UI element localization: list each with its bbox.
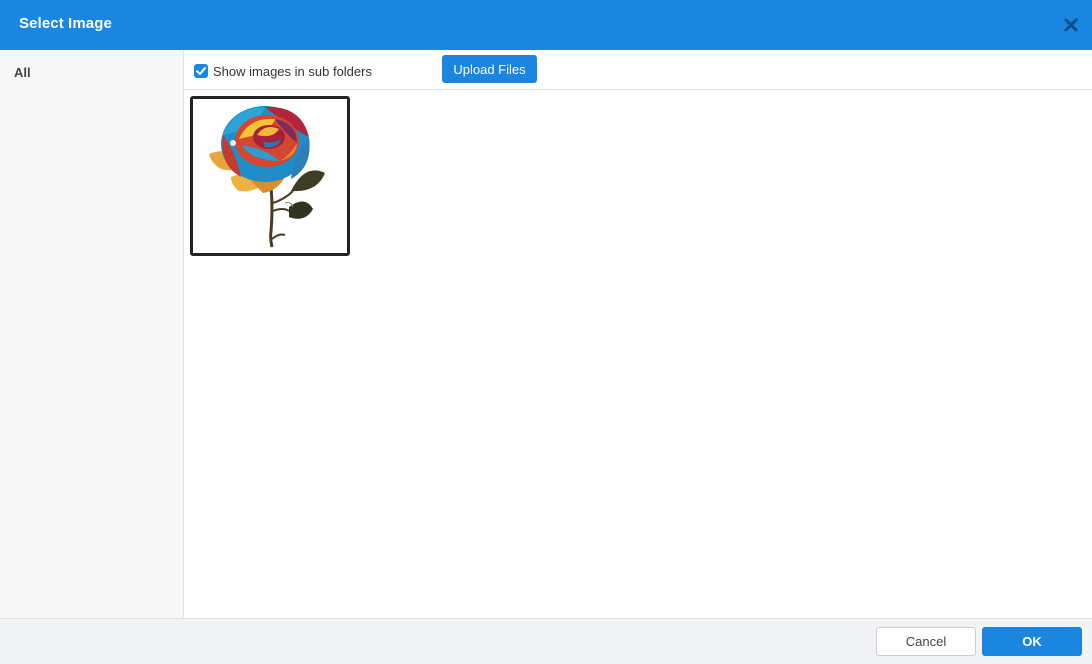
image-grid <box>184 90 1092 618</box>
folder-sidebar: All <box>0 50 184 618</box>
image-thumbnail[interactable] <box>190 96 350 256</box>
ok-button[interactable]: OK <box>982 627 1082 656</box>
checkmark-icon <box>196 67 206 75</box>
close-icon[interactable] <box>1064 18 1078 32</box>
show-subfolders-checkbox[interactable] <box>194 64 208 78</box>
toolbar: Show images in sub folders Upload Files <box>184 50 1092 90</box>
dialog-title: Select Image <box>19 15 112 32</box>
upload-files-button[interactable]: Upload Files <box>442 55 537 83</box>
dialog-footer: Cancel OK <box>0 618 1092 664</box>
show-subfolders-label[interactable]: Show images in sub folders <box>213 64 372 79</box>
cancel-button[interactable]: Cancel <box>876 627 976 656</box>
dialog-titlebar: Select Image <box>0 0 1092 50</box>
sidebar-item-all[interactable]: All <box>14 65 31 80</box>
rose-image <box>209 106 325 248</box>
